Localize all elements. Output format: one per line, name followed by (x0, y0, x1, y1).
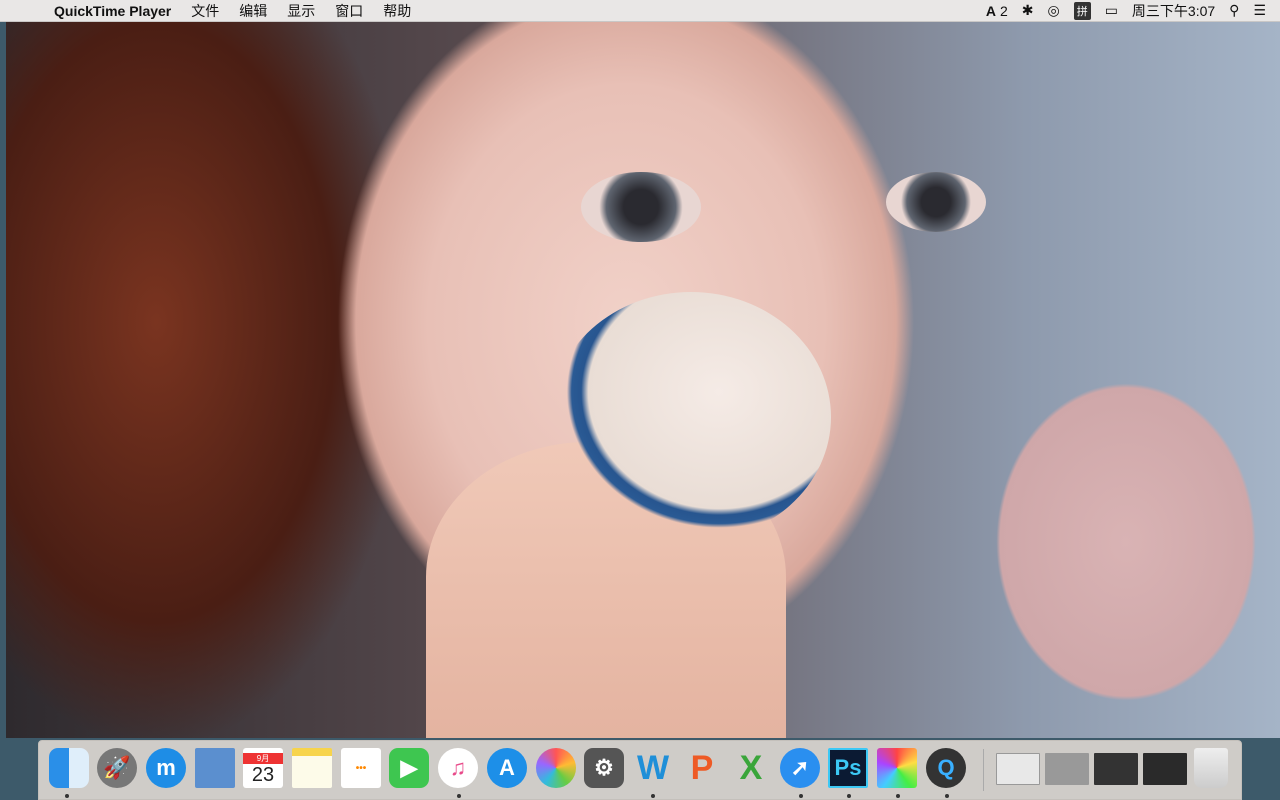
app-menu[interactable]: QuickTime Player (42, 3, 181, 19)
powerpoint-icon[interactable]: P (682, 748, 722, 788)
clapper-icon[interactable] (877, 748, 917, 788)
menu-window[interactable]: 窗口 (325, 1, 373, 21)
gear-icon[interactable]: ⚙ (584, 748, 624, 788)
calendar-day: 23 (251, 764, 275, 786)
running-indicator (799, 794, 803, 798)
app-store-icon[interactable]: A (487, 748, 527, 788)
word-icon[interactable]: W (633, 748, 673, 788)
minimized-safari-window[interactable] (1045, 753, 1089, 785)
menu-file[interactable]: 文件 (181, 1, 229, 21)
dock: 🚀 m 9月 23 ••• ▶ ♫ A ⚙ W P X ➚ Ps Q (38, 740, 1242, 800)
photoshop-icon[interactable]: Ps (828, 748, 868, 788)
mail-stamp-icon[interactable] (195, 748, 235, 788)
video-frame-eye-left (581, 172, 701, 242)
input-method-icon[interactable]: 拼 (1073, 1, 1091, 20)
reminders-icon[interactable]: ••• (341, 748, 381, 788)
menu-bar: QuickTime Player 文件 编辑 显示 窗口 帮助 A 2 ✱ ◎ … (0, 0, 1280, 22)
bluetooth-icon[interactable]: ✱ (1022, 2, 1034, 19)
wifi-icon[interactable]: ◎ (1047, 2, 1059, 19)
minimized-finalcut-window[interactable] (1143, 753, 1187, 785)
quicktime-icon[interactable]: Q (926, 748, 966, 788)
battery-icon[interactable]: ▭ (1105, 2, 1118, 19)
notes-icon[interactable] (292, 748, 332, 788)
menu-edit[interactable]: 编辑 (229, 1, 277, 21)
video-frame-puff (551, 292, 831, 542)
spotlight-search-icon[interactable]: ⚲ (1229, 2, 1239, 19)
music-note-icon[interactable]: ♫ (438, 748, 478, 788)
running-indicator (896, 794, 900, 798)
clock[interactable]: 周三下午3:07 (1132, 1, 1215, 21)
photos-icon[interactable] (536, 748, 576, 788)
adobe-count: 2 (999, 2, 1008, 19)
compass-icon[interactable]: ➚ (780, 748, 820, 788)
running-indicator (847, 794, 851, 798)
facetime-icon[interactable]: ▶ (389, 748, 429, 788)
calendar-icon[interactable]: 9月 23 (243, 748, 283, 788)
running-indicator (945, 794, 949, 798)
menu-help[interactable]: 帮助 (373, 1, 421, 21)
minimized-word-window[interactable] (996, 753, 1040, 785)
minimized-photoshop-window[interactable] (1094, 753, 1138, 785)
adobe-icon: A (985, 2, 997, 19)
trash-icon[interactable] (1194, 748, 1228, 788)
running-indicator (651, 794, 655, 798)
dock-separator (983, 749, 984, 791)
excel-icon[interactable]: X (731, 748, 771, 788)
video-frame-eye-right (886, 172, 986, 232)
rocket-icon[interactable]: 🚀 (97, 748, 137, 788)
notification-center-icon[interactable]: ☰ (1253, 2, 1266, 19)
video-player[interactable] (6, 22, 1280, 738)
adobe-status[interactable]: A 2 (986, 3, 1008, 19)
finder-icon[interactable] (49, 748, 89, 788)
running-indicator (457, 794, 461, 798)
menu-view[interactable]: 显示 (277, 1, 325, 21)
maxthon-icon[interactable]: m (146, 748, 186, 788)
running-indicator (65, 794, 69, 798)
calendar-month: 9月 (243, 753, 283, 764)
